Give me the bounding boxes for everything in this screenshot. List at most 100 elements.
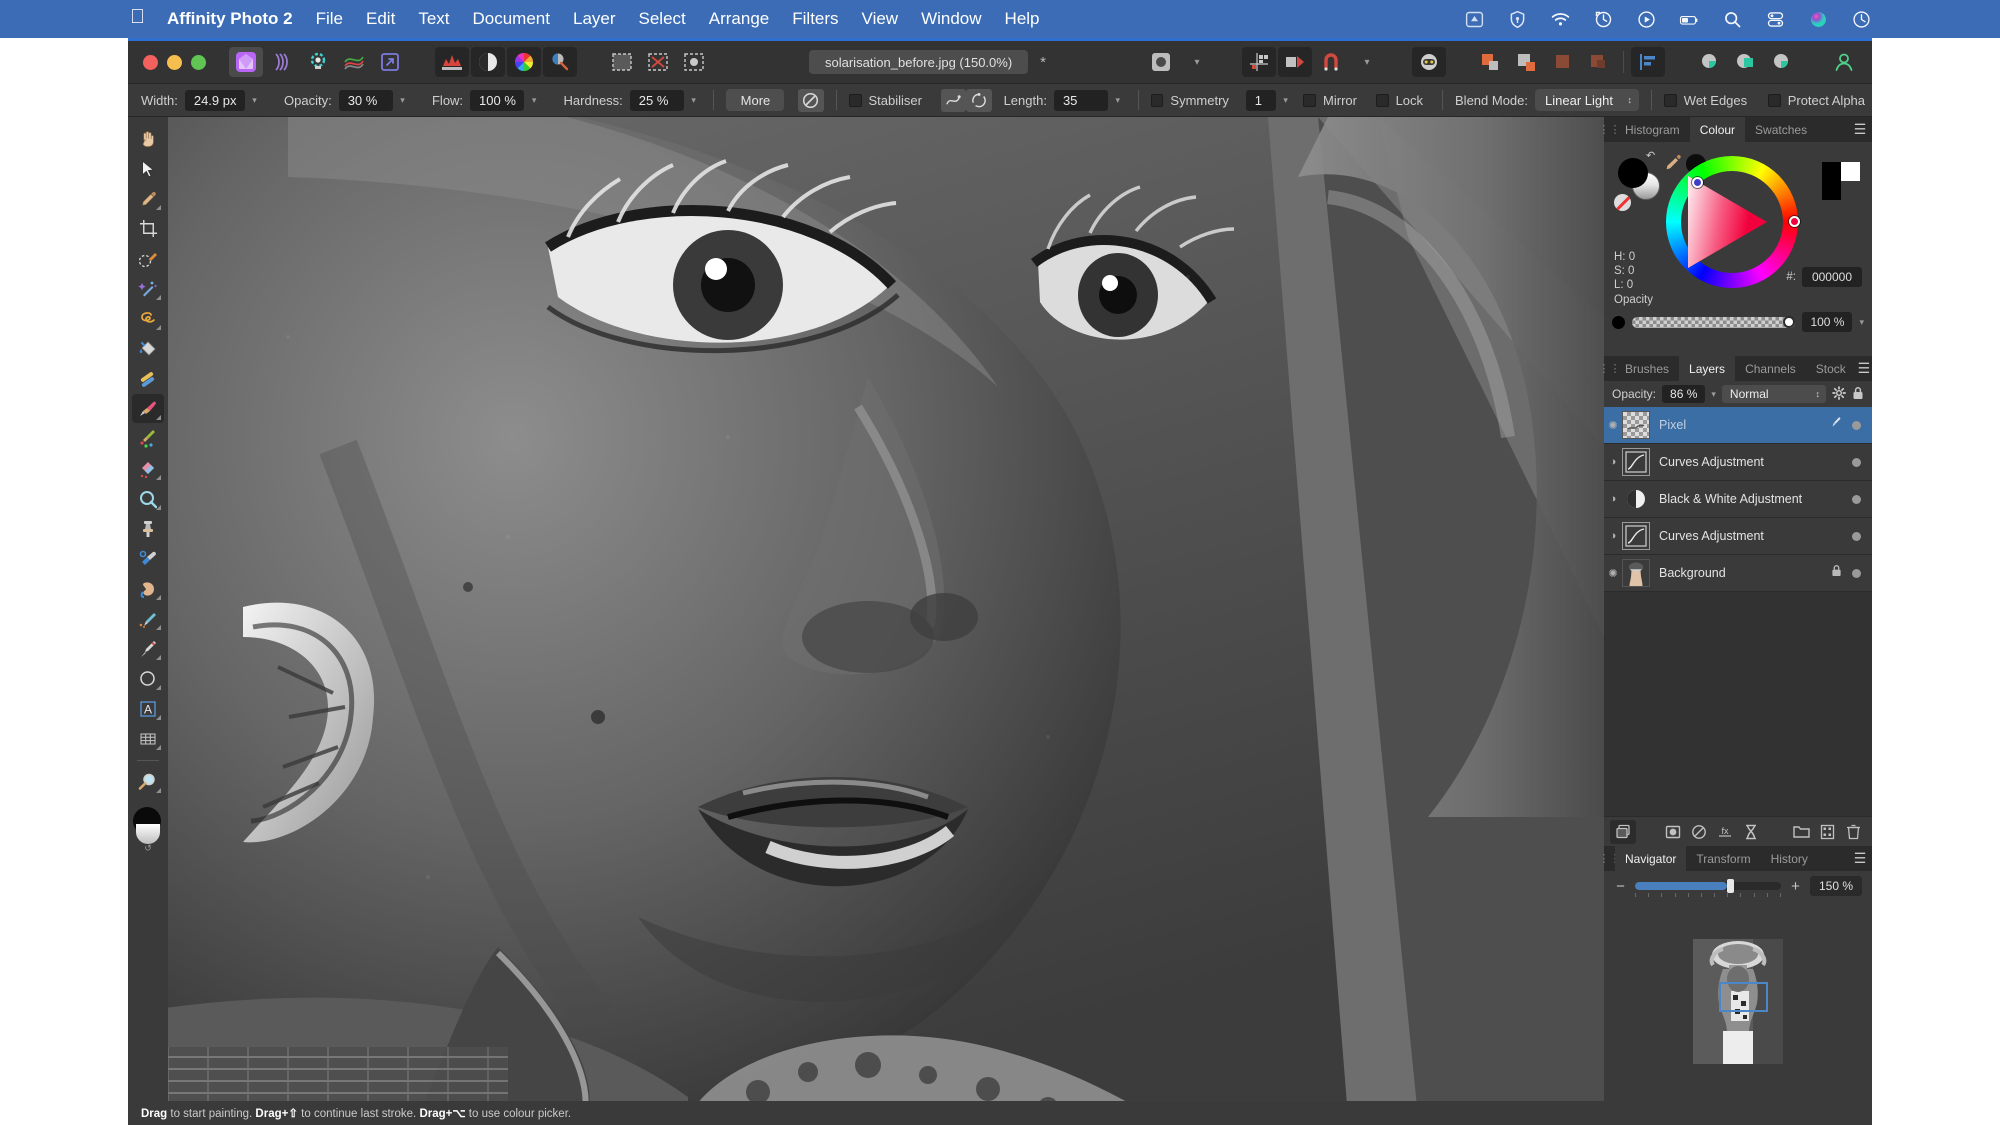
tool-colour-swatches[interactable]: ↺ [133,807,163,847]
layer-opacity-input[interactable]: 86 % [1662,385,1705,403]
layer-name[interactable]: Curves Adjustment [1659,529,1852,543]
layer-name[interactable]: Black & White Adjustment [1659,492,1852,506]
minimise-button[interactable] [167,55,182,70]
adjustment-icon[interactable] [543,47,577,77]
clone-brush-tool[interactable] [132,514,164,543]
paint-brush-tool[interactable] [132,394,164,423]
colour-wheel[interactable] [1666,156,1798,288]
colour-replacement-brush-tool[interactable] [132,424,164,453]
layer-visibility-toggle[interactable]: ✺ [1604,567,1622,580]
opacity-chevron-icon[interactable]: ▾ [1859,317,1864,328]
assistant-icon[interactable] [1412,47,1446,77]
histogram-icon[interactable] [435,47,469,77]
new-pixel-layer-icon[interactable] [1814,820,1840,844]
menu-item-window[interactable]: Window [921,9,981,29]
zoom-slider-knob[interactable] [1727,879,1734,893]
gear-icon[interactable] [1832,386,1846,403]
opacity-input[interactable]: 30 % [339,90,393,111]
layer-lock-icon[interactable] [1831,564,1842,582]
tab-stock[interactable]: Stock [1806,356,1856,381]
snapping-chevron-icon[interactable]: ▾ [1350,47,1384,77]
stabiliser-checkbox[interactable] [849,94,862,107]
layer-visibility-toggle[interactable]: ◑ [1604,456,1622,468]
foreground-colour-swatch[interactable] [1618,158,1648,188]
symmetry-checkbox[interactable] [1151,94,1164,107]
colour-quick-swatches[interactable] [1822,162,1860,200]
table-row[interactable]: ✺ Pixel [1604,407,1872,444]
account-person-icon[interactable] [1827,47,1861,77]
live-effect-icon[interactable] [1738,820,1764,844]
snapping-magnet-icon[interactable] [1314,47,1348,77]
panel-grip-icon[interactable]: ⋮⋮ [1604,117,1615,142]
hamburger-menu-icon[interactable]: ☰ [1848,117,1872,142]
table-row[interactable]: ◑ Curves Adjustment [1604,518,1872,555]
wifi-icon[interactable] [1550,9,1571,30]
triangle-marker[interactable] [1692,177,1703,188]
layer-name[interactable]: Pixel [1659,418,1829,432]
layer-name[interactable]: Background [1659,566,1831,580]
layer-selection-dot[interactable] [1852,569,1861,578]
length-input[interactable]: 35 [1054,90,1108,111]
window-stabiliser-icon[interactable] [966,89,992,112]
navigator-thumbnail[interactable] [1693,939,1783,1064]
lock-icon[interactable] [1852,386,1864,403]
menu-item-view[interactable]: View [862,9,899,29]
search-icon[interactable] [1722,9,1743,30]
opacity-slider-knob[interactable] [1783,316,1795,328]
colour-wheel-icon[interactable] [507,47,541,77]
layer-brush-badge-icon[interactable] [1829,416,1842,434]
zoom-in-button[interactable]: + [1789,878,1802,895]
blend-square-icon[interactable] [1729,47,1763,77]
snapshot-icon[interactable] [1144,47,1178,77]
opacity-slider[interactable] [1632,317,1795,328]
hamburger-menu-icon[interactable]: ☰ [1856,356,1872,381]
menu-item-edit[interactable]: Edit [366,9,395,29]
playback-icon[interactable] [1636,9,1657,30]
menu-item-layer[interactable]: Layer [573,9,616,29]
develop-persona-icon[interactable] [301,47,335,77]
length-stepper[interactable]: ▾ [1110,90,1126,111]
layer-name[interactable]: Curves Adjustment [1659,455,1852,469]
mask-icon[interactable] [471,47,505,77]
blur-brush-tool[interactable] [132,604,164,633]
shield-icon[interactable] [1507,9,1528,30]
boolean-intersect-icon[interactable] [1546,47,1580,77]
grid-icon[interactable] [1242,47,1276,77]
tab-swatches[interactable]: Swatches [1745,117,1817,142]
selection-brush-tool[interactable] [132,244,164,273]
menu-app-name[interactable]: Affinity Photo 2 [167,9,293,29]
siri-icon[interactable] [1808,9,1829,30]
navigator-viewport-rect[interactable] [1719,982,1768,1012]
zoom-out-button[interactable]: − [1614,878,1627,895]
liquify-persona-icon[interactable] [265,47,299,77]
layer-selection-dot[interactable] [1852,421,1861,430]
drive-icon[interactable] [1464,9,1485,30]
control-centre-icon[interactable] [1765,9,1786,30]
blend-mode-select[interactable]: Linear Light ↕ [1535,89,1639,111]
layer-list[interactable]: ✺ Pixel ◑ [1604,407,1872,816]
tab-channels[interactable]: Channels [1735,356,1806,381]
menu-item-filters[interactable]: Filters [792,9,838,29]
layer-selection-dot[interactable] [1852,458,1861,467]
select-sampled-icon[interactable] [605,47,639,77]
tab-brushes[interactable]: Brushes [1615,356,1679,381]
boolean-divide-icon[interactable] [1582,47,1616,77]
layer-selection-dot[interactable] [1852,532,1861,541]
tone-mapping-persona-icon[interactable] [337,47,371,77]
artistic-text-tool[interactable]: A [132,694,164,723]
symmetry-count-input[interactable]: 1 [1246,90,1276,111]
boolean-subtract-icon[interactable] [1510,47,1544,77]
align-icon[interactable] [1631,47,1665,77]
tab-colour[interactable]: Colour [1690,117,1745,142]
hamburger-menu-icon[interactable]: ☰ [1848,846,1872,871]
table-row[interactable]: ◑ Black & White Adjustment [1604,481,1872,518]
tab-histogram[interactable]: Histogram [1615,117,1690,142]
apple-logo-icon[interactable]:  [130,7,145,27]
photo-persona-icon[interactable] [229,47,263,77]
live-filter-icon[interactable]: fx [1712,820,1738,844]
table-row[interactable]: ✺ Background [1604,555,1872,592]
healing-brush-tool[interactable] [132,544,164,573]
pen-tool[interactable] [132,634,164,663]
width-input[interactable]: 24.9 px [185,90,245,111]
erase-brush-tool[interactable] [132,454,164,483]
